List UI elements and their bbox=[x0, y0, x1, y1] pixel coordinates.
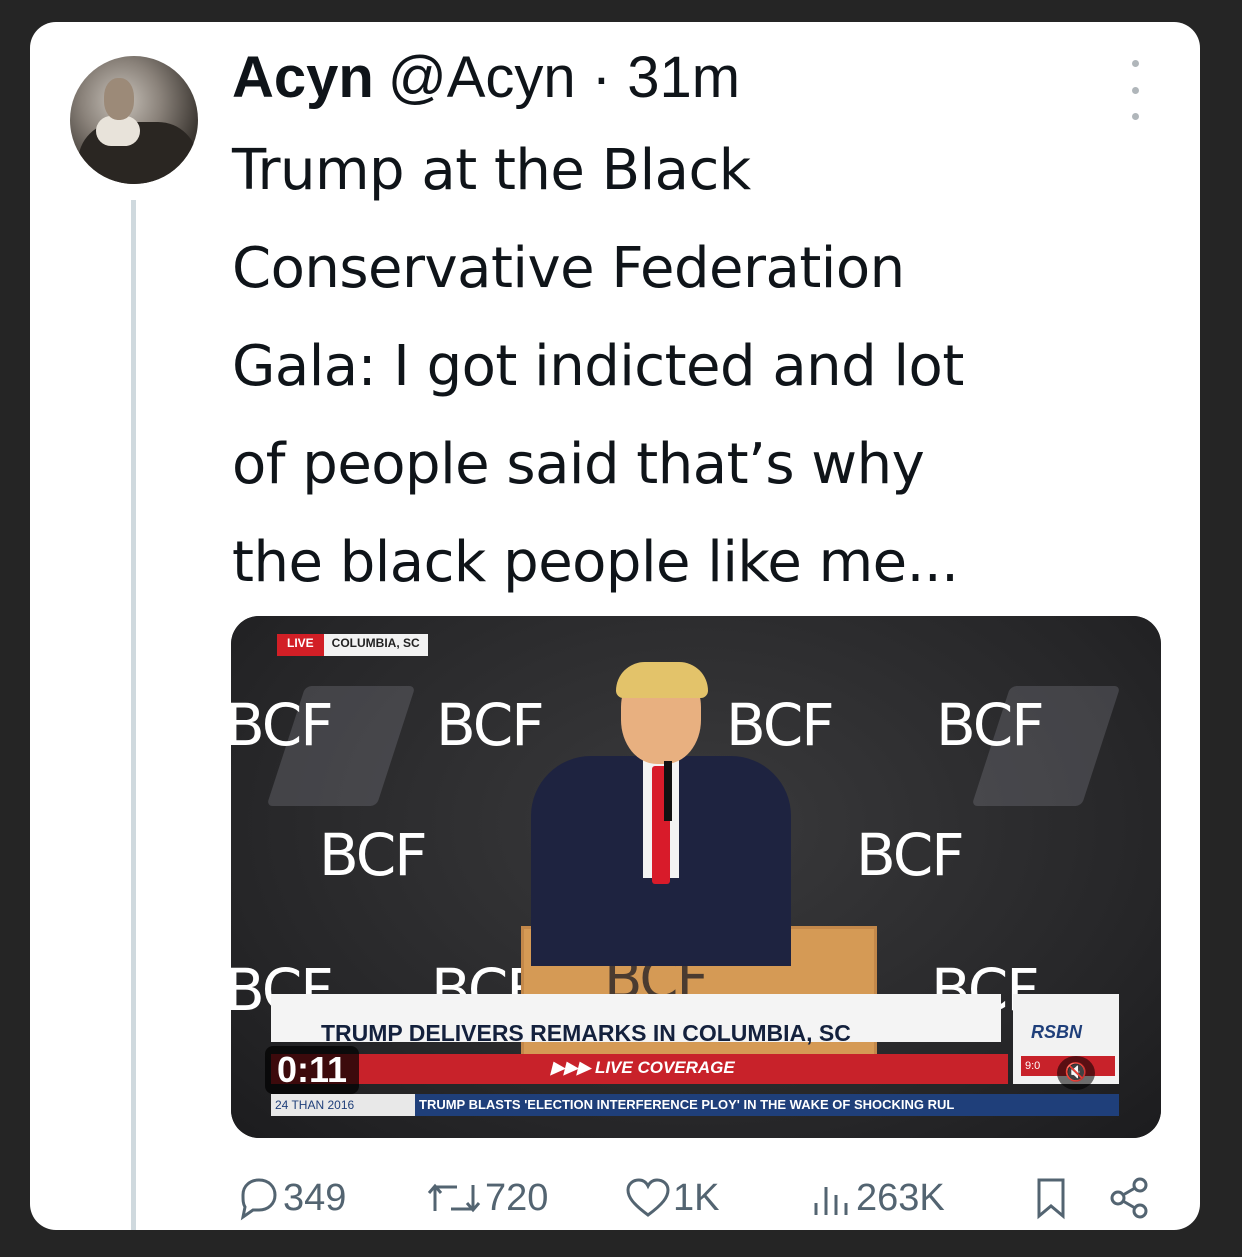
tweet-text-line: Gala: I got indicted and lot bbox=[232, 334, 964, 399]
live-label: LIVE bbox=[277, 634, 324, 656]
repost-icon bbox=[427, 1183, 481, 1213]
bookmark-icon bbox=[1037, 1178, 1065, 1220]
bcf-logo: BCF bbox=[231, 691, 334, 759]
avatar[interactable] bbox=[70, 56, 198, 184]
video-player[interactable]: BCF BCF BCF BCF BCF BCF BCF BCF BCF BCF … bbox=[231, 616, 1161, 1138]
tweet-header: Acyn @Acyn · 31m bbox=[232, 44, 740, 114]
network-logo: RSBN bbox=[1031, 1022, 1083, 1042]
tweet-text-line: Trump at the Black bbox=[232, 138, 751, 203]
views-count: 263K bbox=[856, 1176, 945, 1219]
live-tag: LIVE COLUMBIA, SC bbox=[277, 634, 428, 656]
share-button[interactable] bbox=[1108, 1172, 1152, 1224]
views-icon bbox=[814, 1187, 848, 1215]
more-icon[interactable] bbox=[1120, 60, 1150, 120]
views-button[interactable]: 263K bbox=[806, 1172, 945, 1224]
bcf-logo: BCF bbox=[936, 691, 1045, 759]
live-coverage-label: ▶▶▶ LIVE COVERAGE bbox=[551, 1058, 735, 1077]
mute-icon[interactable]: 🔇 bbox=[1057, 1056, 1095, 1090]
bcf-logo: BCF bbox=[319, 821, 428, 889]
reply-button[interactable]: 349 bbox=[233, 1172, 346, 1224]
ticker-text: TRUMP BLASTS 'ELECTION INTERFERENCE PLOY… bbox=[419, 1097, 955, 1112]
action-bar: 349 720 1K 263K bbox=[233, 1172, 1153, 1224]
display-name[interactable]: Acyn bbox=[232, 44, 374, 111]
like-button[interactable]: 1K bbox=[623, 1172, 719, 1224]
like-count: 1K bbox=[673, 1176, 720, 1219]
tweet-text-line: the black people like me... bbox=[232, 530, 959, 595]
reply-icon bbox=[240, 1178, 277, 1221]
ticker-left-label: 24 THAN 2016 bbox=[271, 1094, 415, 1116]
tweet-card[interactable]: Acyn @Acyn · 31m Trump at the Black Cons… bbox=[30, 22, 1200, 1230]
thread-line bbox=[131, 200, 136, 1230]
location-label: COLUMBIA, SC bbox=[323, 634, 428, 656]
repost-button[interactable]: 720 bbox=[423, 1172, 548, 1224]
news-headline: TRUMP DELIVERS REMARKS IN COLUMBIA, SC bbox=[321, 1020, 851, 1046]
like-icon bbox=[626, 1178, 670, 1217]
repost-count: 720 bbox=[485, 1176, 549, 1219]
tweet-text-line: of people said that’s why bbox=[232, 432, 925, 497]
reply-count: 349 bbox=[283, 1176, 347, 1219]
share-icon bbox=[1110, 1177, 1148, 1219]
bookmark-button[interactable] bbox=[1031, 1172, 1071, 1224]
bcf-logo: BCF bbox=[856, 821, 965, 889]
speaker bbox=[521, 662, 801, 966]
handle-time[interactable]: @Acyn · 31m bbox=[388, 44, 740, 111]
tweet-text-line: Conservative Federation bbox=[232, 236, 905, 301]
video-timer: 0:11 bbox=[265, 1046, 360, 1094]
tweet-text: Trump at the Black Conservative Federati… bbox=[232, 122, 1132, 612]
